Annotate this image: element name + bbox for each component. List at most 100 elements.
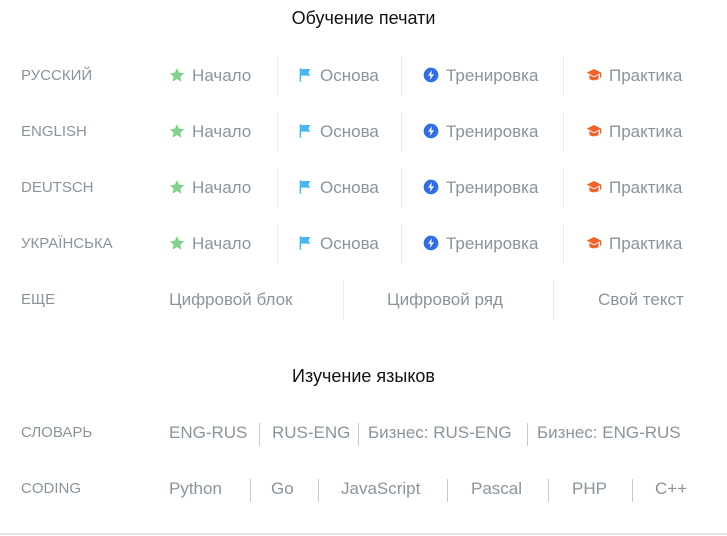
graduation-cap-icon [586, 170, 602, 193]
more-row: ЕЩЕ Цифровой блок Цифровой ряд Свой текс… [0, 280, 727, 320]
bolt-icon [423, 58, 439, 83]
basics-label: Основа [320, 234, 379, 253]
separator [401, 112, 402, 152]
training-label: Тренировка [446, 66, 539, 85]
separator [563, 224, 564, 264]
graduation-cap-icon [586, 226, 602, 249]
star-icon [169, 226, 185, 250]
flag-icon [297, 114, 313, 138]
start-label: Начало [192, 66, 252, 85]
basics-link[interactable]: Основа [297, 168, 379, 208]
flag-icon [297, 58, 313, 82]
start-label: Начало [192, 122, 252, 141]
dict-business-eng-rus-link[interactable]: Бизнес: ENG-RUS [537, 413, 681, 453]
practice-link[interactable]: Практика [586, 224, 682, 264]
dict-rus-eng-link[interactable]: RUS-ENG [272, 413, 350, 453]
separator [401, 56, 402, 96]
separator [259, 423, 260, 446]
separator [632, 479, 633, 502]
start-label: Начало [192, 178, 252, 197]
star-icon [169, 58, 185, 82]
row-label: РУССКИЙ [21, 67, 93, 84]
separator [250, 479, 251, 502]
coding-python-link[interactable]: Python [169, 469, 222, 509]
coding-php-link[interactable]: PHP [572, 469, 607, 509]
separator [401, 224, 402, 264]
basics-label: Основа [320, 178, 379, 197]
separator [318, 479, 319, 502]
separator [277, 56, 278, 96]
separator [548, 479, 549, 502]
flag-icon [297, 226, 313, 250]
separator [553, 280, 554, 320]
separator [277, 112, 278, 152]
graduation-cap-icon [586, 114, 602, 137]
typing-row: РУССКИЙ Начало Основа Тренировка Практика [0, 56, 727, 96]
typing-section-title: Обучение печати [291, 8, 436, 28]
practice-label: Практика [609, 234, 683, 253]
row-label: DEUTSCH [21, 179, 94, 196]
graduation-cap-icon [586, 58, 602, 81]
bolt-icon [423, 226, 439, 251]
practice-label: Практика [609, 178, 683, 197]
separator [358, 423, 359, 446]
start-label: Начало [192, 234, 252, 253]
separator [563, 168, 564, 208]
digital-block-link[interactable]: Цифровой блок [169, 280, 292, 320]
separator [563, 56, 564, 96]
row-label-more: ЕЩЕ [21, 291, 56, 308]
practice-label: Практика [609, 66, 683, 85]
training-link[interactable]: Тренировка [423, 56, 538, 96]
practice-label: Практика [609, 122, 683, 141]
separator [277, 224, 278, 264]
training-label: Тренировка [446, 178, 539, 197]
training-link[interactable]: Тренировка [423, 224, 538, 264]
separator [447, 479, 448, 502]
separator [563, 112, 564, 152]
separator [343, 280, 344, 320]
coding-pascal-link[interactable]: Pascal [471, 469, 522, 509]
basics-link[interactable]: Основа [297, 224, 379, 264]
flag-icon [297, 170, 313, 194]
start-link[interactable]: Начало [169, 224, 251, 264]
practice-link[interactable]: Практика [586, 112, 682, 152]
basics-label: Основа [320, 122, 379, 141]
languages-section-title: Изучение языков [292, 366, 435, 386]
dict-eng-rus-link[interactable]: ENG-RUS [169, 413, 247, 453]
basics-link[interactable]: Основа [297, 112, 379, 152]
coding-cpp-link[interactable]: C++ [655, 469, 687, 509]
dict-business-rus-eng-link[interactable]: Бизнес: RUS-ENG [368, 413, 512, 453]
digital-row-link[interactable]: Цифровой ряд [387, 280, 503, 320]
typing-row: DEUTSCH Начало Основа Тренировка Практика [0, 168, 727, 208]
coding-go-link[interactable]: Go [271, 469, 294, 509]
coding-row: CODING Python Go JavaScript Pascal PHP C… [0, 469, 727, 509]
practice-link[interactable]: Практика [586, 168, 682, 208]
start-link[interactable]: Начало [169, 112, 251, 152]
start-link[interactable]: Начало [169, 168, 251, 208]
typing-row: ENGLISH Начало Основа Тренировка Практика [0, 112, 727, 152]
row-label: УКРАЇНСЬКА [21, 235, 113, 252]
custom-text-link[interactable]: Свой текст [598, 280, 684, 320]
bolt-icon [423, 170, 439, 195]
typing-row: УКРАЇНСЬКА Начало Основа Тренировка Практика [0, 224, 727, 264]
row-label-dictionary: СЛОВАРЬ [21, 424, 93, 441]
start-link[interactable]: Начало [169, 56, 251, 96]
training-label: Тренировка [446, 234, 539, 253]
star-icon [169, 170, 185, 194]
separator [527, 423, 528, 446]
dictionary-row: СЛОВАРЬ ENG-RUS RUS-ENG Бизнес: RUS-ENG … [0, 413, 727, 453]
row-label: ENGLISH [21, 123, 87, 140]
training-link[interactable]: Тренировка [423, 112, 538, 152]
separator [401, 168, 402, 208]
practice-link[interactable]: Практика [586, 56, 682, 96]
star-icon [169, 114, 185, 138]
training-link[interactable]: Тренировка [423, 168, 538, 208]
bottom-divider [0, 533, 727, 535]
separator [277, 168, 278, 208]
bolt-icon [423, 114, 439, 139]
basics-label: Основа [320, 66, 379, 85]
row-label-coding: CODING [21, 480, 81, 497]
basics-link[interactable]: Основа [297, 56, 379, 96]
coding-javascript-link[interactable]: JavaScript [341, 469, 420, 509]
training-label: Тренировка [446, 122, 539, 141]
